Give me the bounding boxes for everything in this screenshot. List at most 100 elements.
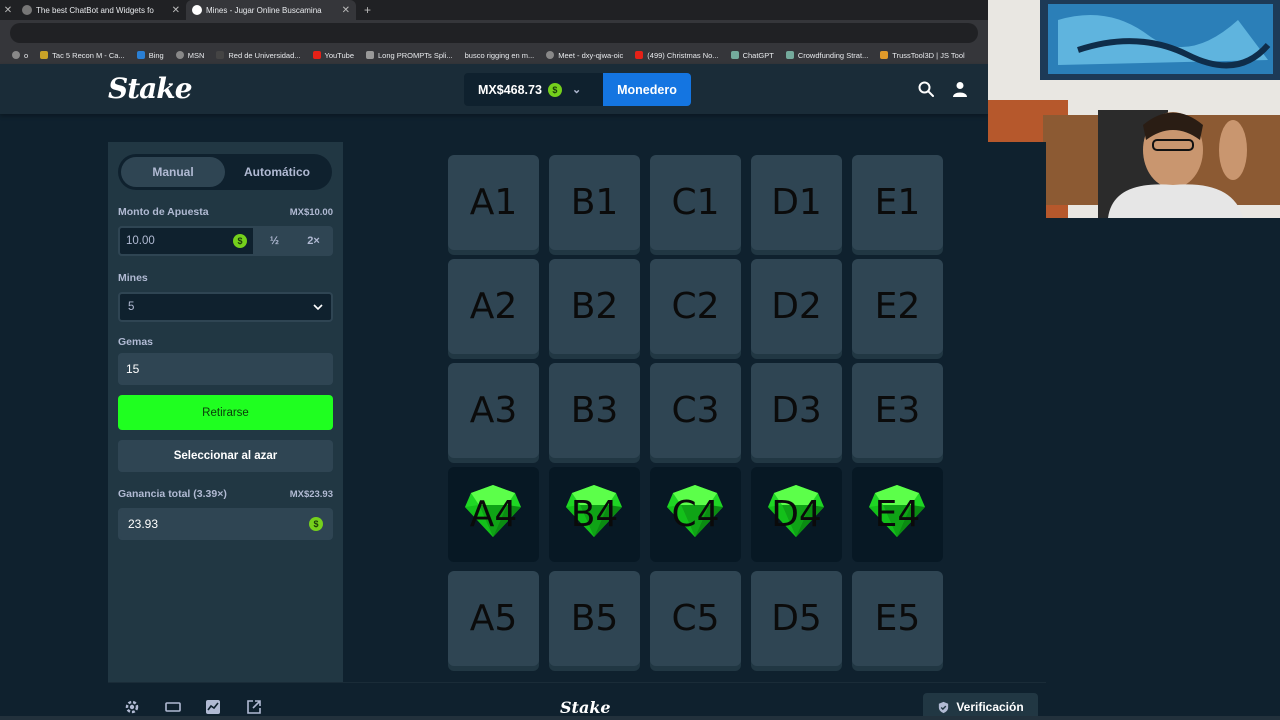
tab-manual[interactable]: Manual	[121, 157, 225, 187]
tile-hidden[interactable]: D3	[751, 363, 842, 458]
tile-gem[interactable]: E4	[852, 467, 943, 562]
bookmark-item[interactable]: Long PROMPTs Spli...	[366, 51, 453, 60]
bet-amount-value: 10.00	[126, 235, 155, 247]
bookmark-item[interactable]: TrussTool3D | JS Tool	[880, 51, 965, 60]
tab-auto[interactable]: Automático	[225, 157, 329, 187]
cashout-button[interactable]: Retirarse	[118, 395, 333, 430]
random-pick-button[interactable]: Seleccionar al azar	[118, 440, 333, 472]
browser-tab[interactable]: The best ChatBot and Widgets fo ✕	[16, 0, 186, 20]
gems-label: Gemas	[118, 336, 154, 348]
bet-amount-row: 10.00 $ ½ 2×	[118, 226, 333, 256]
bookmark-item[interactable]: Red de Universidad...	[216, 51, 301, 60]
mines-value: 5	[128, 301, 135, 313]
bookmark-item[interactable]: MSN	[175, 51, 204, 60]
youtube-icon	[635, 51, 644, 59]
tile-hidden[interactable]: A5	[448, 571, 539, 666]
mines-grid: A1 B1 C1 D1 E1 A2 B2 C2 D2 E2 A3 B3 C3 D3 E3 A4 B4 C4 D4 E4…	[448, 155, 943, 666]
tile-gem[interactable]: A4	[448, 467, 539, 562]
bing-icon	[136, 51, 145, 59]
mines-label: Mines	[118, 272, 148, 284]
half-bet-button[interactable]: ½	[255, 226, 294, 256]
tile-gem[interactable]: C4	[650, 467, 741, 562]
chatgpt-icon	[785, 51, 794, 59]
wallet-button[interactable]: Monedero	[603, 73, 691, 106]
tile-label: B1	[570, 182, 619, 223]
popout-icon[interactable]	[246, 699, 262, 715]
bookmark-item[interactable]: Meet - dxy-qjwa-oic	[546, 51, 623, 60]
tab-favicon-icon	[22, 5, 32, 15]
tile-hidden[interactable]: A1	[448, 155, 539, 250]
tile-hidden[interactable]: B5	[549, 571, 640, 666]
tile-label: A2	[469, 286, 518, 327]
tile-label: B2	[570, 286, 619, 327]
bookmark-item[interactable]: Bing	[136, 51, 164, 60]
bet-amount-input[interactable]: 10.00 $	[118, 226, 255, 256]
bookmark-item[interactable]: busco rigging en m...	[465, 51, 535, 60]
tile-hidden[interactable]: B2	[549, 259, 640, 354]
close-icon[interactable]: ✕	[0, 5, 16, 16]
mode-switch: Manual Automático	[118, 154, 332, 190]
bet-panel: Manual Automático Monto de Apuesta MX$10…	[108, 142, 343, 682]
tile-hidden[interactable]: C2	[650, 259, 741, 354]
mines-game-area: A1 B1 C1 D1 E1 A2 B2 C2 D2 E2 A3 B3 C3 D3 E3 A4 B4 C4 D4 E4…	[343, 142, 1046, 682]
tile-label: D1	[771, 182, 822, 223]
browser-tab-active[interactable]: Mines - Jugar Online Buscamina ✕	[186, 0, 356, 20]
tile-hidden[interactable]: D2	[751, 259, 842, 354]
bookmark-item[interactable]: YouTube	[312, 51, 354, 60]
bookmark-item[interactable]: o	[12, 51, 28, 60]
tile-hidden[interactable]: E3	[852, 363, 943, 458]
gems-value: 15	[126, 362, 140, 376]
mines-select[interactable]: 5	[118, 292, 333, 322]
tile-label: C3	[671, 390, 720, 431]
tile-hidden[interactable]: B3	[549, 363, 640, 458]
tile-hidden[interactable]: E5	[852, 571, 943, 666]
tile-label: E4	[874, 494, 921, 535]
tile-hidden[interactable]: A2	[448, 259, 539, 354]
tile-hidden[interactable]: D1	[751, 155, 842, 250]
stake-logo[interactable]: Stake	[108, 72, 193, 105]
bookmark-icon	[366, 51, 374, 59]
tile-label: D4	[771, 494, 822, 535]
tile-hidden[interactable]: B1	[549, 155, 640, 250]
chevron-down-icon	[313, 304, 323, 311]
address-bar	[0, 20, 988, 46]
bookmark-item[interactable]: ChatGPT	[730, 51, 774, 60]
tile-label: D5	[771, 598, 822, 639]
tile-hidden[interactable]: E1	[852, 155, 943, 250]
chevron-down-icon: ⌄	[571, 84, 582, 96]
tab-title: Mines - Jugar Online Buscamina	[206, 5, 322, 15]
new-tab-icon[interactable]: +	[356, 3, 379, 17]
theatre-mode-icon[interactable]	[165, 699, 181, 715]
balance-selector[interactable]: MX$468.73 $ ⌄	[464, 73, 604, 106]
bookmark-item[interactable]: Tac 5 Recon M - Ca...	[40, 51, 125, 60]
double-bet-button[interactable]: 2×	[294, 226, 333, 256]
search-icon[interactable]	[918, 81, 934, 97]
bookmark-icon	[40, 51, 49, 59]
globe-icon	[546, 51, 555, 59]
tab-close-icon[interactable]: ✕	[172, 5, 180, 16]
tile-label: C2	[671, 286, 720, 327]
tile-hidden[interactable]: D5	[751, 571, 842, 666]
bookmark-item[interactable]: (499) Christmas No...	[635, 51, 719, 60]
user-icon[interactable]	[952, 81, 968, 97]
tile-label: B4	[570, 494, 619, 535]
tile-hidden[interactable]: E2	[852, 259, 943, 354]
coin-icon: $	[547, 82, 562, 97]
bookmarks-bar: o Tac 5 Recon M - Ca... Bing MSN Red de …	[0, 46, 988, 64]
settings-icon[interactable]	[124, 699, 140, 715]
tile-gem[interactable]: B4	[549, 467, 640, 562]
tile-label: E5	[874, 598, 921, 639]
tile-gem[interactable]: D4	[751, 467, 842, 562]
profit-display: MX$23.93	[289, 489, 333, 500]
gems-field: 15	[118, 353, 333, 385]
stats-icon[interactable]	[205, 699, 221, 715]
profit-value: 23.93	[128, 517, 159, 531]
tile-hidden[interactable]: C1	[650, 155, 741, 250]
bookmark-item[interactable]: Crowdfunding Strat...	[785, 51, 868, 60]
tile-hidden[interactable]: A3	[448, 363, 539, 458]
url-field[interactable]	[10, 23, 978, 43]
tile-hidden[interactable]: C3	[650, 363, 741, 458]
tile-hidden[interactable]: C5	[650, 571, 741, 666]
shield-check-icon	[939, 701, 949, 713]
tab-close-icon[interactable]: ✕	[342, 5, 350, 16]
